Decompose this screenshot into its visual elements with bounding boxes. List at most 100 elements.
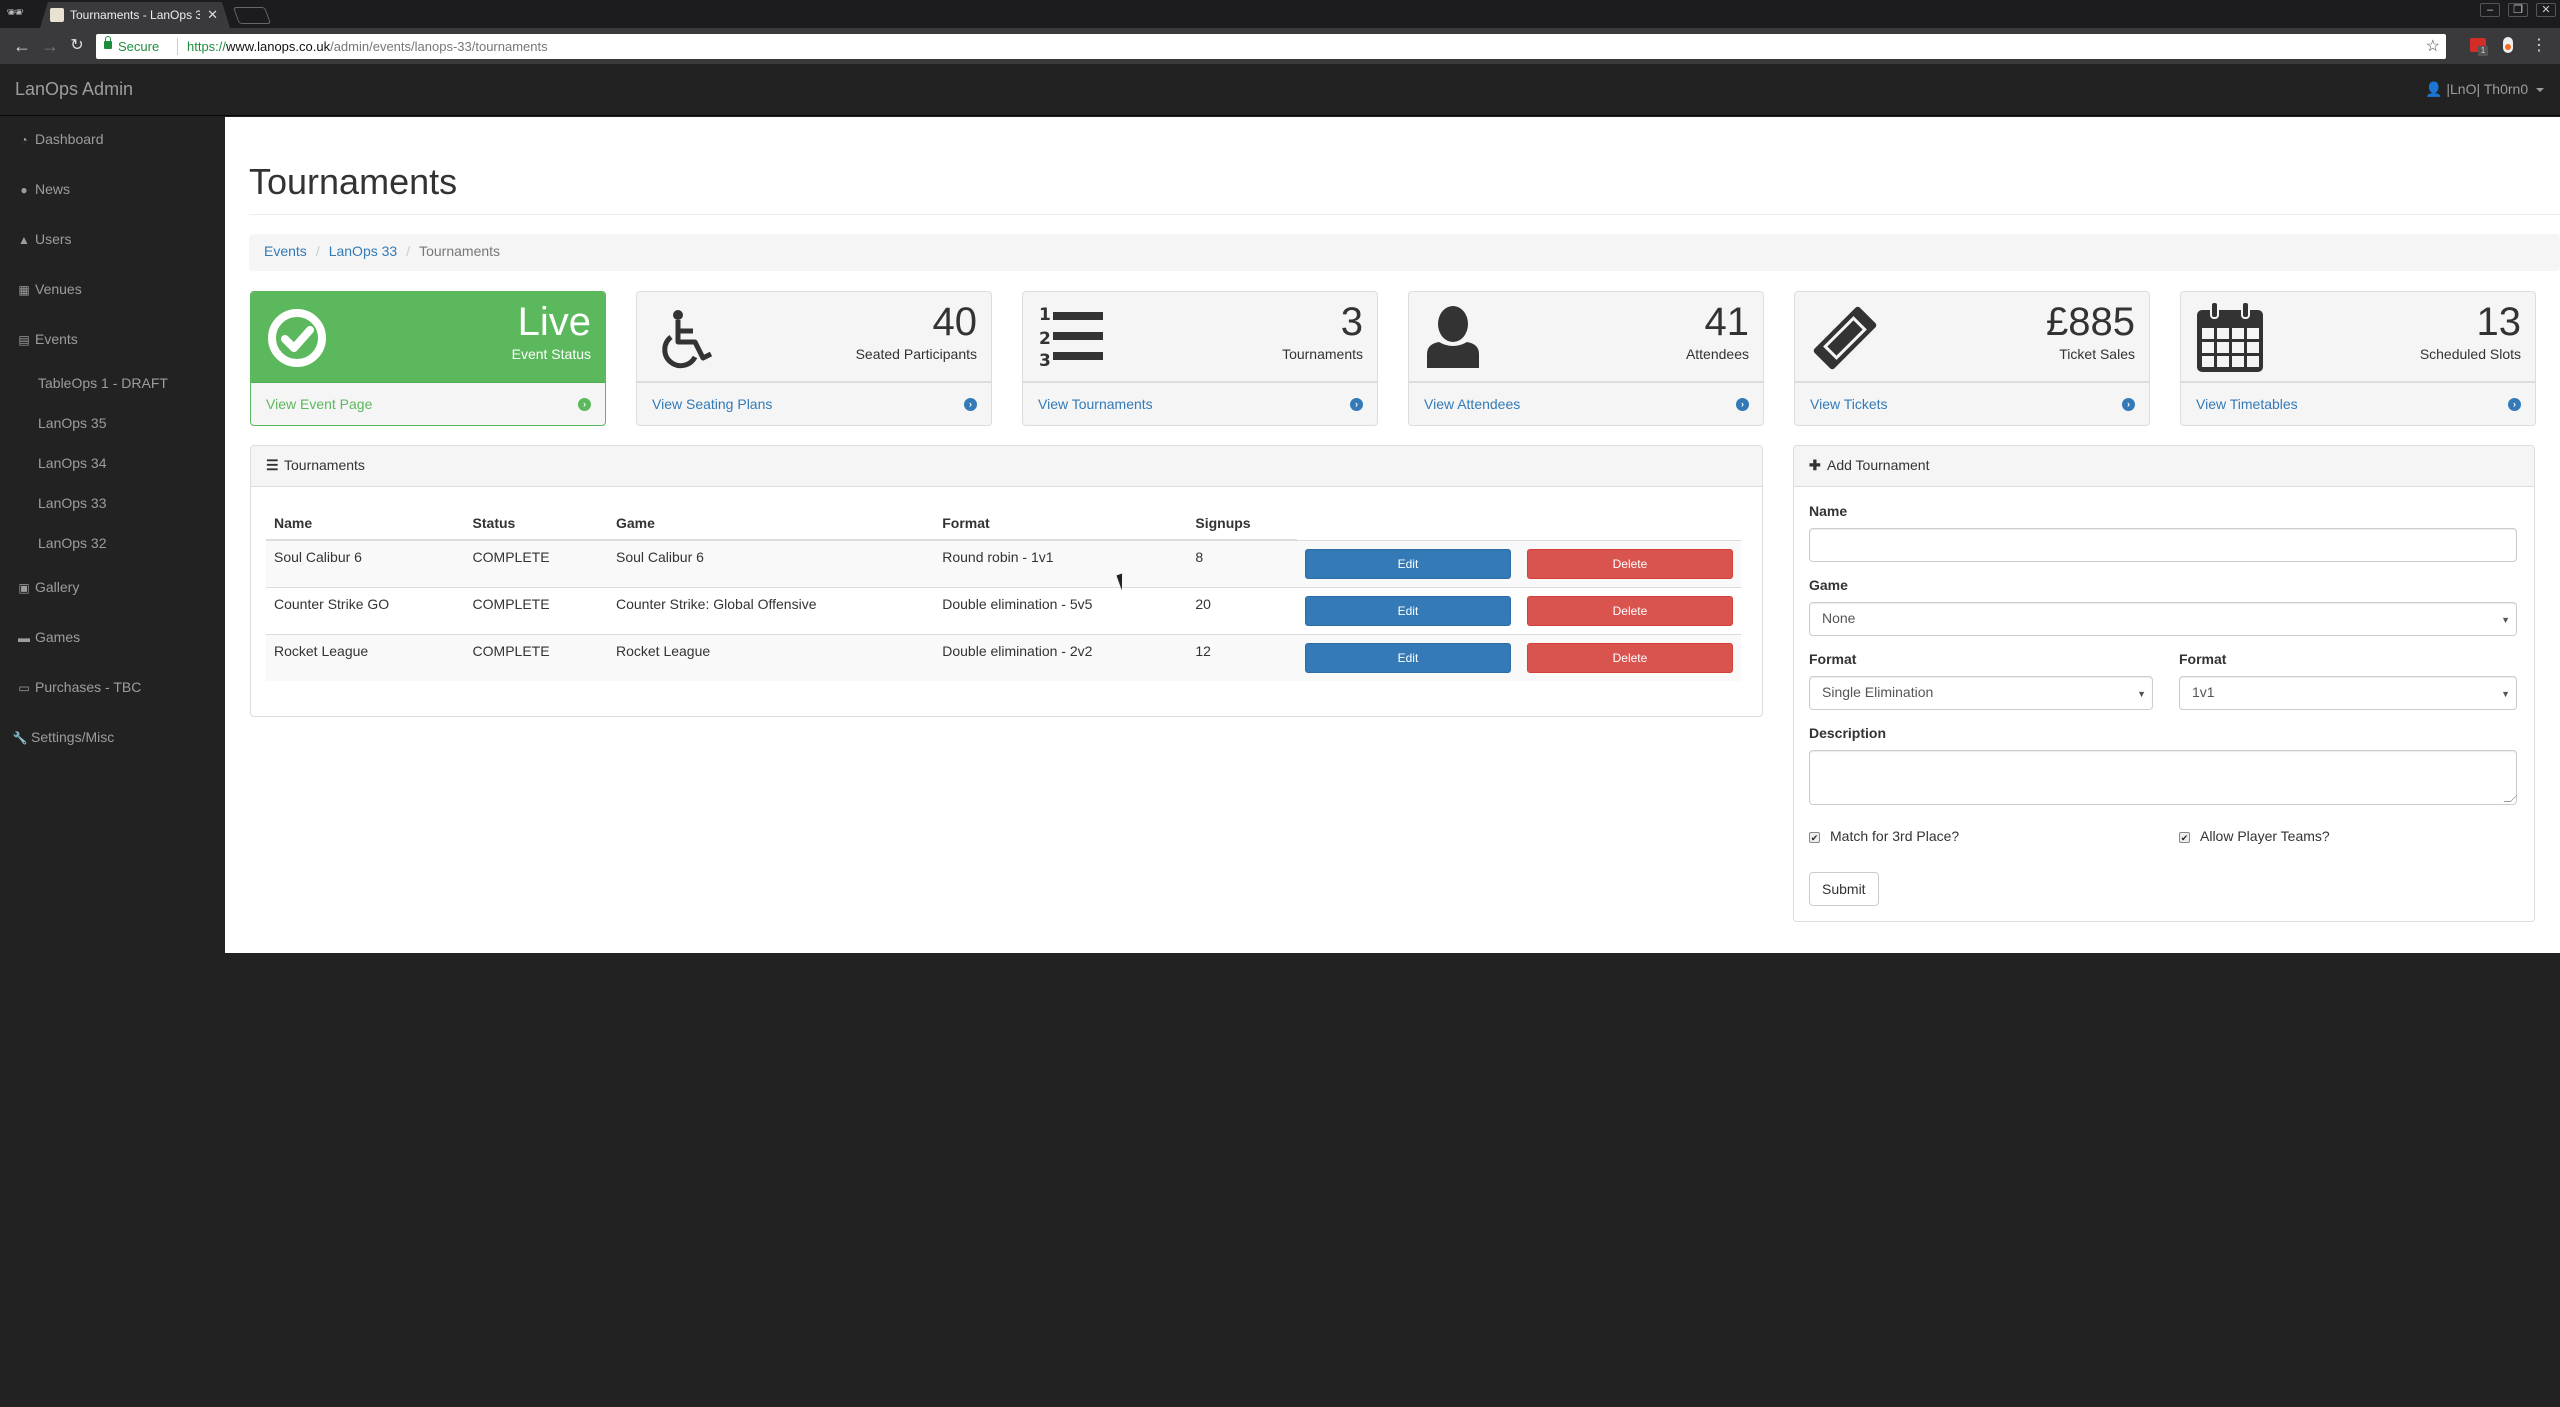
tournaments-panel: ☰ Tournaments Name Status Game Format Sig… xyxy=(250,445,1763,717)
main-content: Tournaments Events / LanOps 33 / Tournaments… xyxy=(225,117,2560,953)
forward-icon[interactable]: → xyxy=(40,36,60,56)
description-textarea[interactable] xyxy=(1809,750,2518,805)
tournaments-table: Name Status Game Format Signups Soul Cal… xyxy=(266,502,1741,681)
reload-icon[interactable]: ↻ xyxy=(67,36,87,56)
view-tournaments-link[interactable]: View Tournaments xyxy=(1038,396,1153,412)
new-tab-button[interactable] xyxy=(232,7,272,24)
view-tickets-link[interactable]: View Tickets xyxy=(1810,396,1888,412)
cell-name[interactable]: Soul Calibur 6 xyxy=(266,539,465,587)
delete-button[interactable]: Delete xyxy=(1526,595,1733,626)
player-teams-checkbox[interactable]: ✔ xyxy=(2179,832,2190,843)
minimize-icon[interactable]: – xyxy=(2480,3,2500,17)
cell-signups: 20 xyxy=(1187,586,1297,634)
url-path: /admin/events/lanops-33/tournaments xyxy=(330,39,548,54)
breadcrumb-separator: / xyxy=(406,243,411,259)
restore-icon[interactable]: ❐ xyxy=(2508,3,2528,17)
table-row: Rocket League COMPLETE Rocket League Dou… xyxy=(266,633,1741,681)
address-bar[interactable]: Secure https://www.lanops.co.uk/admin/ev… xyxy=(96,34,2446,59)
stat-panel-event-status: Live Event Status View Event Page › xyxy=(250,291,606,426)
cell-game: Rocket League xyxy=(607,633,935,681)
third-place-checkbox[interactable]: ✔ xyxy=(1809,832,1820,843)
sidebar-item-venues[interactable]: ▦ Venues xyxy=(16,281,81,297)
sidebar-item-events[interactable]: ▤ Events xyxy=(16,331,77,347)
comment-icon: ● xyxy=(20,183,28,197)
sidebar-item-purchases[interactable]: ▭ Purchases - TBC xyxy=(16,679,141,695)
panel-heading: ✚ Add Tournament xyxy=(1794,446,2534,487)
sidebar-item-games[interactable]: ▬ Games xyxy=(16,629,80,645)
stat-footer[interactable]: View Attendees › xyxy=(1409,385,1763,425)
team-format-select[interactable]: 1v1 ▼ xyxy=(2179,676,2517,710)
close-window-icon[interactable]: ✕ xyxy=(2536,3,2556,17)
sidebar-subitem-event[interactable]: LanOps 33 xyxy=(38,495,107,511)
delete-button[interactable]: Delete xyxy=(1526,548,1733,579)
brand-link[interactable]: LanOps Admin xyxy=(15,79,133,100)
stat-label: Tournaments xyxy=(1282,346,1363,362)
stat-footer[interactable]: View Timetables › xyxy=(2181,385,2535,425)
arrow-circle-right-icon: › xyxy=(2508,398,2521,411)
cell-edit: Edit xyxy=(1296,586,1519,634)
cell-delete: Delete xyxy=(1518,586,1741,634)
delete-button[interactable]: Delete xyxy=(1526,642,1733,673)
stat-value: 41 xyxy=(1704,300,1750,344)
arrow-circle-right-icon: › xyxy=(1736,398,1749,411)
bookmark-star-icon[interactable]: ☆ xyxy=(2426,36,2440,56)
edit-button[interactable]: Edit xyxy=(1304,595,1511,626)
sidebar-subitem-event[interactable]: LanOps 35 xyxy=(38,415,107,431)
stat-footer[interactable]: View Seating Plans › xyxy=(637,385,991,425)
sidebar-item-dashboard[interactable]: ◔ Dashboard xyxy=(16,131,104,147)
cell-status: COMPLETE xyxy=(464,539,608,587)
sidebar-item-label: Dashboard xyxy=(35,131,104,147)
view-timetables-link[interactable]: View Timetables xyxy=(2196,396,2298,412)
game-select-value: None xyxy=(1822,610,1856,626)
game-select[interactable]: None ▼ xyxy=(1809,602,2517,636)
app-navbar: LanOps Admin 👤 |LnO| Th0rn0 xyxy=(0,64,2560,116)
breadcrumb-events[interactable]: Events xyxy=(264,243,307,259)
wrench-icon: 🔧 xyxy=(12,731,28,745)
stat-footer[interactable]: View Event Page › xyxy=(251,385,605,425)
sidebar-item-gallery[interactable]: ▣ Gallery xyxy=(16,579,79,595)
stat-value: Live xyxy=(517,300,591,344)
title-divider xyxy=(249,214,2560,215)
format-select[interactable]: Single Elimination ▼ xyxy=(1809,676,2153,710)
sidebar-subitem-event[interactable]: LanOps 32 xyxy=(38,535,107,551)
browser-toolbar: ← → ↻ Secure https://www.lanops.co.uk/ad… xyxy=(0,28,2560,64)
sidebar-item-news[interactable]: ● News xyxy=(16,181,70,197)
resize-handle[interactable] xyxy=(2503,795,2518,802)
sidebar-subitem-event[interactable]: TableOps 1 - DRAFT xyxy=(38,375,168,391)
close-tab-icon[interactable]: ✕ xyxy=(207,7,218,23)
view-seating-plans-link[interactable]: View Seating Plans xyxy=(652,396,772,412)
url-text[interactable]: https://www.lanops.co.uk/admin/events/la… xyxy=(187,39,548,54)
team-format-select-value: 1v1 xyxy=(2192,684,2215,700)
cell-name[interactable]: Rocket League xyxy=(266,633,465,681)
lock-icon xyxy=(104,36,112,49)
user-menu[interactable]: 👤 |LnO| Th0rn0 xyxy=(2425,81,2544,98)
sidebar-subitem-event[interactable]: LanOps 34 xyxy=(38,455,107,471)
submit-button[interactable]: Submit xyxy=(1809,872,1879,906)
breadcrumb-event[interactable]: LanOps 33 xyxy=(329,243,398,259)
sidebar-item-users[interactable]: ▲ Users xyxy=(16,231,72,247)
table-row: Counter Strike GO COMPLETE Counter Strik… xyxy=(266,586,1741,634)
view-attendees-link[interactable]: View Attendees xyxy=(1424,396,1520,412)
dashboard-icon: ◔ xyxy=(20,133,28,147)
browser-tab[interactable]: Tournaments - LanOps 33 ✕ xyxy=(40,2,230,28)
edit-button[interactable]: Edit xyxy=(1304,642,1511,673)
caret-down-icon xyxy=(2536,88,2544,93)
cell-signups: 8 xyxy=(1187,539,1297,587)
add-tournament-panel: ✚ Add Tournament Name Game None ▼ Format … xyxy=(1793,445,2535,922)
cell-name[interactable]: Counter Strike GO xyxy=(266,586,465,634)
favicon-icon xyxy=(50,8,64,22)
back-icon[interactable]: ← xyxy=(12,36,32,56)
browser-menu-icon[interactable]: ⋮ xyxy=(2531,36,2547,56)
sidebar-item-settings[interactable]: 🔧 Settings/Misc xyxy=(12,729,115,745)
extension-icon[interactable] xyxy=(2503,37,2513,53)
view-event-page-link[interactable]: View Event Page xyxy=(266,396,372,412)
team-format-label: Format xyxy=(2179,651,2227,667)
stat-footer[interactable]: View Tickets › xyxy=(1795,385,2149,425)
edit-button[interactable]: Edit xyxy=(1304,548,1511,579)
name-label: Name xyxy=(1809,503,1848,519)
stat-panel-ticket-sales: £885 Ticket Sales View Tickets › xyxy=(1794,291,2150,426)
breadcrumb-separator: / xyxy=(315,243,320,259)
name-input[interactable] xyxy=(1809,528,2517,562)
stat-footer[interactable]: View Tournaments › xyxy=(1023,385,1377,425)
cell-signups: 12 xyxy=(1187,633,1297,681)
